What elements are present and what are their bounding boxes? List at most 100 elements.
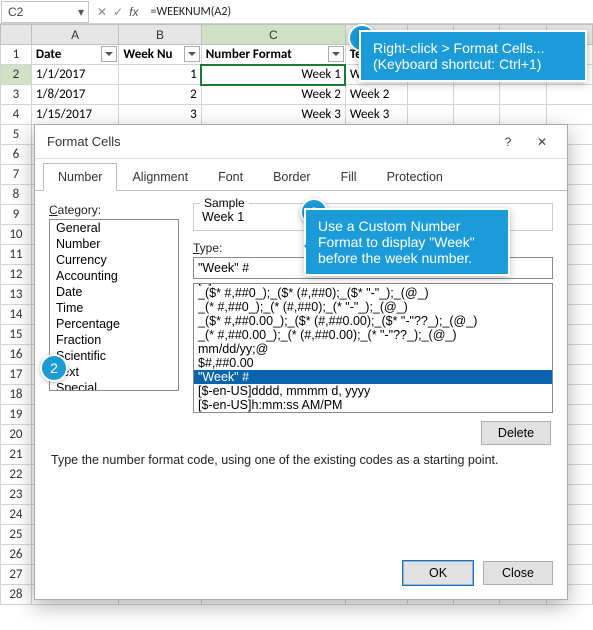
row-header-16[interactable]: 16 xyxy=(1,345,32,365)
tab-font[interactable]: Font xyxy=(203,163,258,191)
cell-G4[interactable] xyxy=(500,105,546,125)
tab-number[interactable]: Number xyxy=(43,163,117,191)
format-item[interactable]: _($* #,##0_);_($* (#,##0);_($* "-"_);_(@… xyxy=(194,286,552,300)
accept-icon[interactable]: ✓ xyxy=(113,5,123,19)
format-list[interactable]: @[h]:mm:ss_($* #,##0_);_($* (#,##0);_($*… xyxy=(193,283,553,413)
row-header-20[interactable]: 20 xyxy=(1,425,32,445)
cell-C4[interactable]: Week 3 xyxy=(201,105,345,125)
format-item[interactable]: [$-en-US]h:mm:ss AM/PM xyxy=(194,398,552,412)
row-header-26[interactable]: 26 xyxy=(1,545,32,565)
row-header-15[interactable]: 15 xyxy=(1,325,32,345)
tab-protection[interactable]: Protection xyxy=(372,163,458,191)
row-header-28[interactable]: 28 xyxy=(1,585,32,605)
filter-dropdown-icon[interactable] xyxy=(328,46,344,62)
cell-H4[interactable] xyxy=(546,105,592,125)
category-item[interactable]: Date xyxy=(50,284,178,300)
cell-C1[interactable]: Number Format xyxy=(201,45,345,65)
category-item[interactable]: Number xyxy=(50,236,178,252)
row-header-10[interactable]: 10 xyxy=(1,225,32,245)
row-header-11[interactable]: 11 xyxy=(1,245,32,265)
format-item[interactable]: _($* #,##0.00_);_($* (#,##0.00);_($* "-"… xyxy=(194,314,552,328)
row-header-1[interactable]: 1 xyxy=(1,45,32,65)
cell-A1[interactable]: Date xyxy=(31,45,119,65)
row-header-5[interactable]: 5 xyxy=(1,125,32,145)
row-header-25[interactable]: 25 xyxy=(1,525,32,545)
col-header-B[interactable]: B xyxy=(119,25,201,45)
category-item[interactable]: Percentage xyxy=(50,316,178,332)
tab-alignment[interactable]: Alignment xyxy=(117,163,203,191)
ok-button[interactable]: OK xyxy=(403,561,473,585)
cell-B1[interactable]: Week Nu xyxy=(119,45,201,65)
cell-D3[interactable]: Week 2 xyxy=(345,85,407,105)
format-item[interactable]: _(* #,##0.00_);_(* (#,##0.00);_(* "-"??_… xyxy=(194,328,552,342)
category-item[interactable]: Scientific xyxy=(50,348,178,364)
row-header-24[interactable]: 24 xyxy=(1,505,32,525)
tab-border[interactable]: Border xyxy=(258,163,326,191)
format-item[interactable]: "Week" # xyxy=(194,370,552,384)
row-header-23[interactable]: 23 xyxy=(1,485,32,505)
format-item[interactable]: [$-en-US]dddd, mmmm d, yyyy xyxy=(194,384,552,398)
corner-cell[interactable] xyxy=(1,25,32,45)
category-item[interactable]: Currency xyxy=(50,252,178,268)
row-header-4[interactable]: 4 xyxy=(1,105,32,125)
filter-dropdown-icon[interactable] xyxy=(101,46,117,62)
cell-B3[interactable]: 2 xyxy=(119,85,201,105)
row-header-7[interactable]: 7 xyxy=(1,165,32,185)
category-item[interactable]: Accounting xyxy=(50,268,178,284)
cell-A2[interactable]: 1/1/2017 xyxy=(31,65,119,85)
name-box-dropdown-icon[interactable]: ▾ xyxy=(74,5,88,19)
cell-C2[interactable]: Week 1 xyxy=(201,65,345,85)
format-item[interactable]: mm/dd/yy;@ xyxy=(194,342,552,356)
category-item[interactable]: Text xyxy=(50,364,178,380)
cell-F3[interactable] xyxy=(453,85,499,105)
row-header-2[interactable]: 2 xyxy=(1,65,32,85)
category-item[interactable]: Fraction xyxy=(50,332,178,348)
help-button[interactable]: ? xyxy=(491,129,525,155)
cell-E4[interactable] xyxy=(407,105,453,125)
row-header-22[interactable]: 22 xyxy=(1,465,32,485)
cell-F4[interactable] xyxy=(453,105,499,125)
row-header-3[interactable]: 3 xyxy=(1,85,32,105)
cell-H3[interactable] xyxy=(546,85,592,105)
row-header-19[interactable]: 19 xyxy=(1,405,32,425)
format-cells-dialog: Format Cells ? ✕ NumberAlignmentFontBord… xyxy=(34,124,568,600)
format-item[interactable]: _(* #,##0_);_(* (#,##0);_(* "-"_);_(@_) xyxy=(194,300,552,314)
row-header-6[interactable]: 6 xyxy=(1,145,32,165)
row-header-8[interactable]: 8 xyxy=(1,185,32,205)
row-header-12[interactable]: 12 xyxy=(1,265,32,285)
row-header-13[interactable]: 13 xyxy=(1,285,32,305)
cell-E3[interactable] xyxy=(407,85,453,105)
delete-button[interactable]: Delete xyxy=(481,421,551,445)
name-box[interactable]: C2 ▾ xyxy=(1,1,89,23)
close-button[interactable]: Close xyxy=(483,561,553,585)
tab-fill[interactable]: Fill xyxy=(326,163,372,191)
cell-D4[interactable]: Week 3 xyxy=(345,105,407,125)
cell-G3[interactable] xyxy=(500,85,546,105)
cell-B2[interactable]: 1 xyxy=(119,65,201,85)
dialog-titlebar[interactable]: Format Cells ? ✕ xyxy=(35,125,567,159)
row-header-9[interactable]: 9 xyxy=(1,205,32,225)
row-header-14[interactable]: 14 xyxy=(1,305,32,325)
cell-A3[interactable]: 1/8/2017 xyxy=(31,85,119,105)
category-item[interactable]: General xyxy=(50,220,178,236)
formula-input[interactable]: =WEEKNUM(A2) xyxy=(146,5,593,19)
row-header-21[interactable]: 21 xyxy=(1,445,32,465)
sample-label: Sample xyxy=(200,196,249,210)
category-list[interactable]: GeneralNumberCurrencyAccountingDateTimeP… xyxy=(49,219,179,391)
fx-icon[interactable]: fx xyxy=(129,5,138,19)
format-item[interactable]: $#,##0.00 xyxy=(194,356,552,370)
cell-A4[interactable]: 1/15/2017 xyxy=(31,105,119,125)
row-header-18[interactable]: 18 xyxy=(1,385,32,405)
row-header-27[interactable]: 27 xyxy=(1,565,32,585)
col-header-A[interactable]: A xyxy=(31,25,119,45)
cell-B4[interactable]: 3 xyxy=(119,105,201,125)
filter-dropdown-icon[interactable] xyxy=(184,46,200,62)
cell-C3[interactable]: Week 2 xyxy=(201,85,345,105)
category-item[interactable]: Special xyxy=(50,380,178,391)
col-header-C[interactable]: C xyxy=(201,25,345,45)
close-icon[interactable]: ✕ xyxy=(525,129,559,155)
category-item[interactable]: Time xyxy=(50,300,178,316)
row-header-17[interactable]: 17 xyxy=(1,365,32,385)
formula-bar: C2 ▾ ✕ ✓ fx =WEEKNUM(A2) xyxy=(0,0,593,24)
cancel-icon[interactable]: ✕ xyxy=(97,5,107,19)
